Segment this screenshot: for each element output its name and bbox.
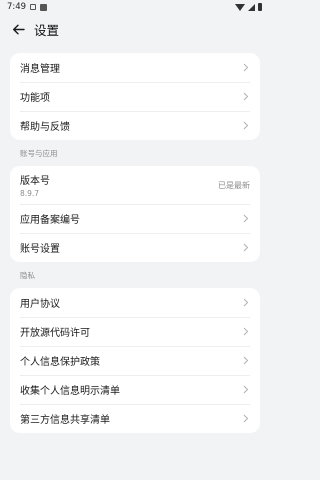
row-help-feedback[interactable]: 帮助与反馈 [10, 111, 260, 140]
status-bar: 7:49 [0, 0, 270, 14]
version-text: 版本号 8.9.7 [20, 172, 50, 198]
row-user-agreement[interactable]: 用户协议 [10, 288, 260, 317]
app-bar: 设置 [0, 14, 270, 44]
battery-icon [258, 3, 262, 11]
row-privacy-policy[interactable]: 个人信息保护政策 [10, 346, 260, 375]
row-open-source-licenses[interactable]: 开放源代码许可 [10, 317, 260, 346]
row-label: 功能项 [20, 93, 50, 104]
account-card: 版本号 8.9.7 已是最新 应用备案编号 账号设置 [10, 166, 260, 262]
row-message-management[interactable]: 消息管理 [10, 53, 260, 82]
chevron-right-icon [242, 414, 250, 424]
row-version[interactable]: 版本号 8.9.7 已是最新 [10, 166, 260, 204]
back-button[interactable] [10, 21, 26, 37]
signal-icon [248, 3, 255, 11]
row-label: 个人信息保护政策 [20, 357, 100, 368]
row-third-party-sharing[interactable]: 第三方信息共享清单 [10, 404, 260, 433]
row-label: 用户协议 [20, 299, 60, 310]
row-label: 消息管理 [20, 64, 60, 75]
app-notification-icon [40, 3, 48, 11]
status-right [235, 3, 262, 11]
page-title: 设置 [34, 22, 60, 38]
chevron-right-icon [242, 121, 250, 131]
chevron-right-icon [242, 356, 250, 366]
section-title-privacy: 隐私 [20, 270, 35, 280]
status-time: 7:49 [7, 2, 27, 12]
row-personal-info-list[interactable]: 收集个人信息明示清单 [10, 375, 260, 404]
section-title-account: 账号与应用 [20, 148, 58, 158]
row-label: 账号设置 [20, 244, 60, 255]
chevron-right-icon [242, 327, 250, 337]
version-label: 版本号 [20, 176, 50, 187]
row-label: 帮助与反馈 [20, 122, 70, 133]
wifi-icon [235, 3, 245, 11]
chevron-right-icon [242, 243, 250, 253]
row-label: 开放源代码许可 [20, 328, 90, 339]
row-features[interactable]: 功能项 [10, 82, 260, 111]
back-arrow-icon [12, 24, 25, 34]
version-status: 已是最新 [218, 180, 250, 190]
chevron-right-icon [242, 298, 250, 308]
privacy-card: 用户协议 开放源代码许可 个人信息保护政策 收集个人信息明示清单 第三方信息共享… [10, 288, 260, 433]
chevron-right-icon [242, 63, 250, 73]
row-label: 应用备案编号 [20, 215, 80, 226]
chevron-right-icon [242, 385, 250, 395]
chevron-right-icon [242, 92, 250, 102]
notification-icon [30, 4, 37, 10]
chevron-right-icon [242, 214, 250, 224]
row-filing-number[interactable]: 应用备案编号 [10, 204, 260, 233]
status-left: 7:49 [7, 2, 48, 12]
row-account-settings[interactable]: 账号设置 [10, 233, 260, 262]
row-label: 收集个人信息明示清单 [20, 386, 120, 397]
version-number: 8.9.7 [20, 189, 40, 198]
general-card: 消息管理 功能项 帮助与反馈 [10, 53, 260, 140]
row-label: 第三方信息共享清单 [20, 415, 110, 426]
